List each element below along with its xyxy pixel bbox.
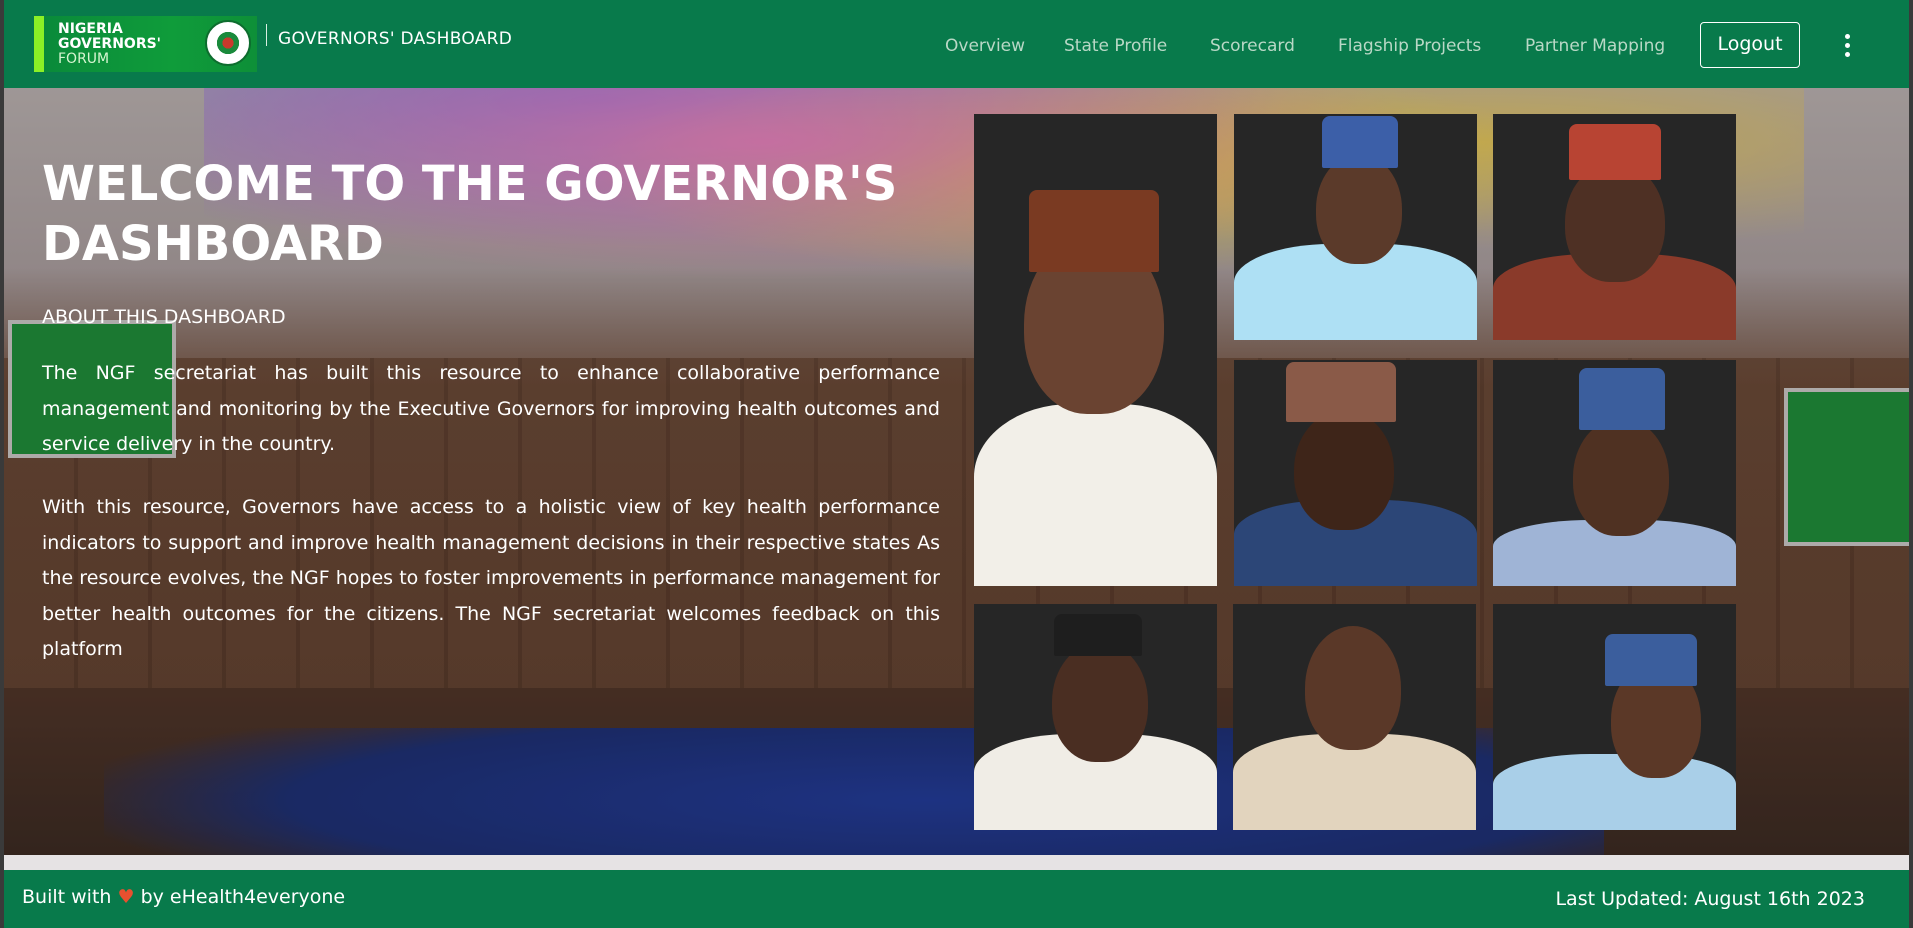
brand-title: GOVERNORS' DASHBOARD: [278, 29, 513, 49]
page-frame: NIGERIA GOVERNORS' FORUM GOVERNORS' DASH…: [4, 0, 1909, 928]
governor-portrait: [1493, 360, 1736, 586]
nav-partner-mapping[interactable]: Partner Mapping: [1525, 36, 1665, 56]
nav-scorecard[interactable]: Scorecard: [1210, 36, 1295, 56]
footer-credit-prefix: Built with: [22, 886, 112, 908]
logo-line-2: GOVERNORS': [58, 36, 161, 52]
kebab-menu-icon[interactable]: [1844, 34, 1852, 60]
hero-section: WELCOME TO THE GOVERNOR'S DASHBOARD ABOU…: [4, 88, 1909, 855]
governor-portrait: [1493, 114, 1736, 340]
footer-credit-suffix: by eHealth4everyone: [140, 886, 346, 908]
nav-flagship-projects[interactable]: Flagship Projects: [1338, 36, 1481, 56]
top-navbar: NIGERIA GOVERNORS' FORUM GOVERNORS' DASH…: [4, 0, 1909, 88]
governor-portrait: [974, 604, 1217, 830]
last-updated: Last Updated: August 16th 2023: [1555, 888, 1865, 910]
ngf-logo[interactable]: NIGERIA GOVERNORS' FORUM: [34, 16, 257, 72]
about-paragraph-1: The NGF secretariat has built this resou…: [42, 362, 940, 455]
nav-state-profile[interactable]: State Profile: [1064, 36, 1167, 56]
logout-button[interactable]: Logout: [1700, 22, 1800, 68]
footer-credit: Built with ♥ by eHealth4everyone: [22, 886, 345, 908]
footer: Built with ♥ by eHealth4everyone Last Up…: [4, 870, 1909, 928]
coat-of-arms-icon: [205, 20, 251, 66]
governor-portrait: [1234, 360, 1477, 586]
page-title: WELCOME TO THE GOVERNOR'S DASHBOARD: [42, 154, 942, 274]
governor-portrait: [1493, 604, 1736, 830]
title-line-1: WELCOME TO THE GOVERNOR'S: [42, 156, 898, 212]
governor-portrait: [1233, 604, 1476, 830]
about-heading: ABOUT THIS DASHBOARD: [42, 306, 286, 328]
title-line-2: DASHBOARD: [42, 216, 384, 272]
logo-line-3: FORUM: [58, 51, 110, 67]
about-paragraph-2: With this resource, Governors have acces…: [42, 496, 940, 660]
footer-separator: [4, 855, 1909, 870]
logo-text: NIGERIA GOVERNORS' FORUM: [58, 22, 161, 67]
logo-line-1: NIGERIA: [58, 21, 123, 37]
heart-icon: ♥: [117, 886, 135, 908]
nav-overview[interactable]: Overview: [945, 36, 1025, 56]
governor-portrait: [1234, 114, 1477, 340]
nav-divider: [266, 24, 267, 46]
governor-portrait: [974, 114, 1217, 586]
